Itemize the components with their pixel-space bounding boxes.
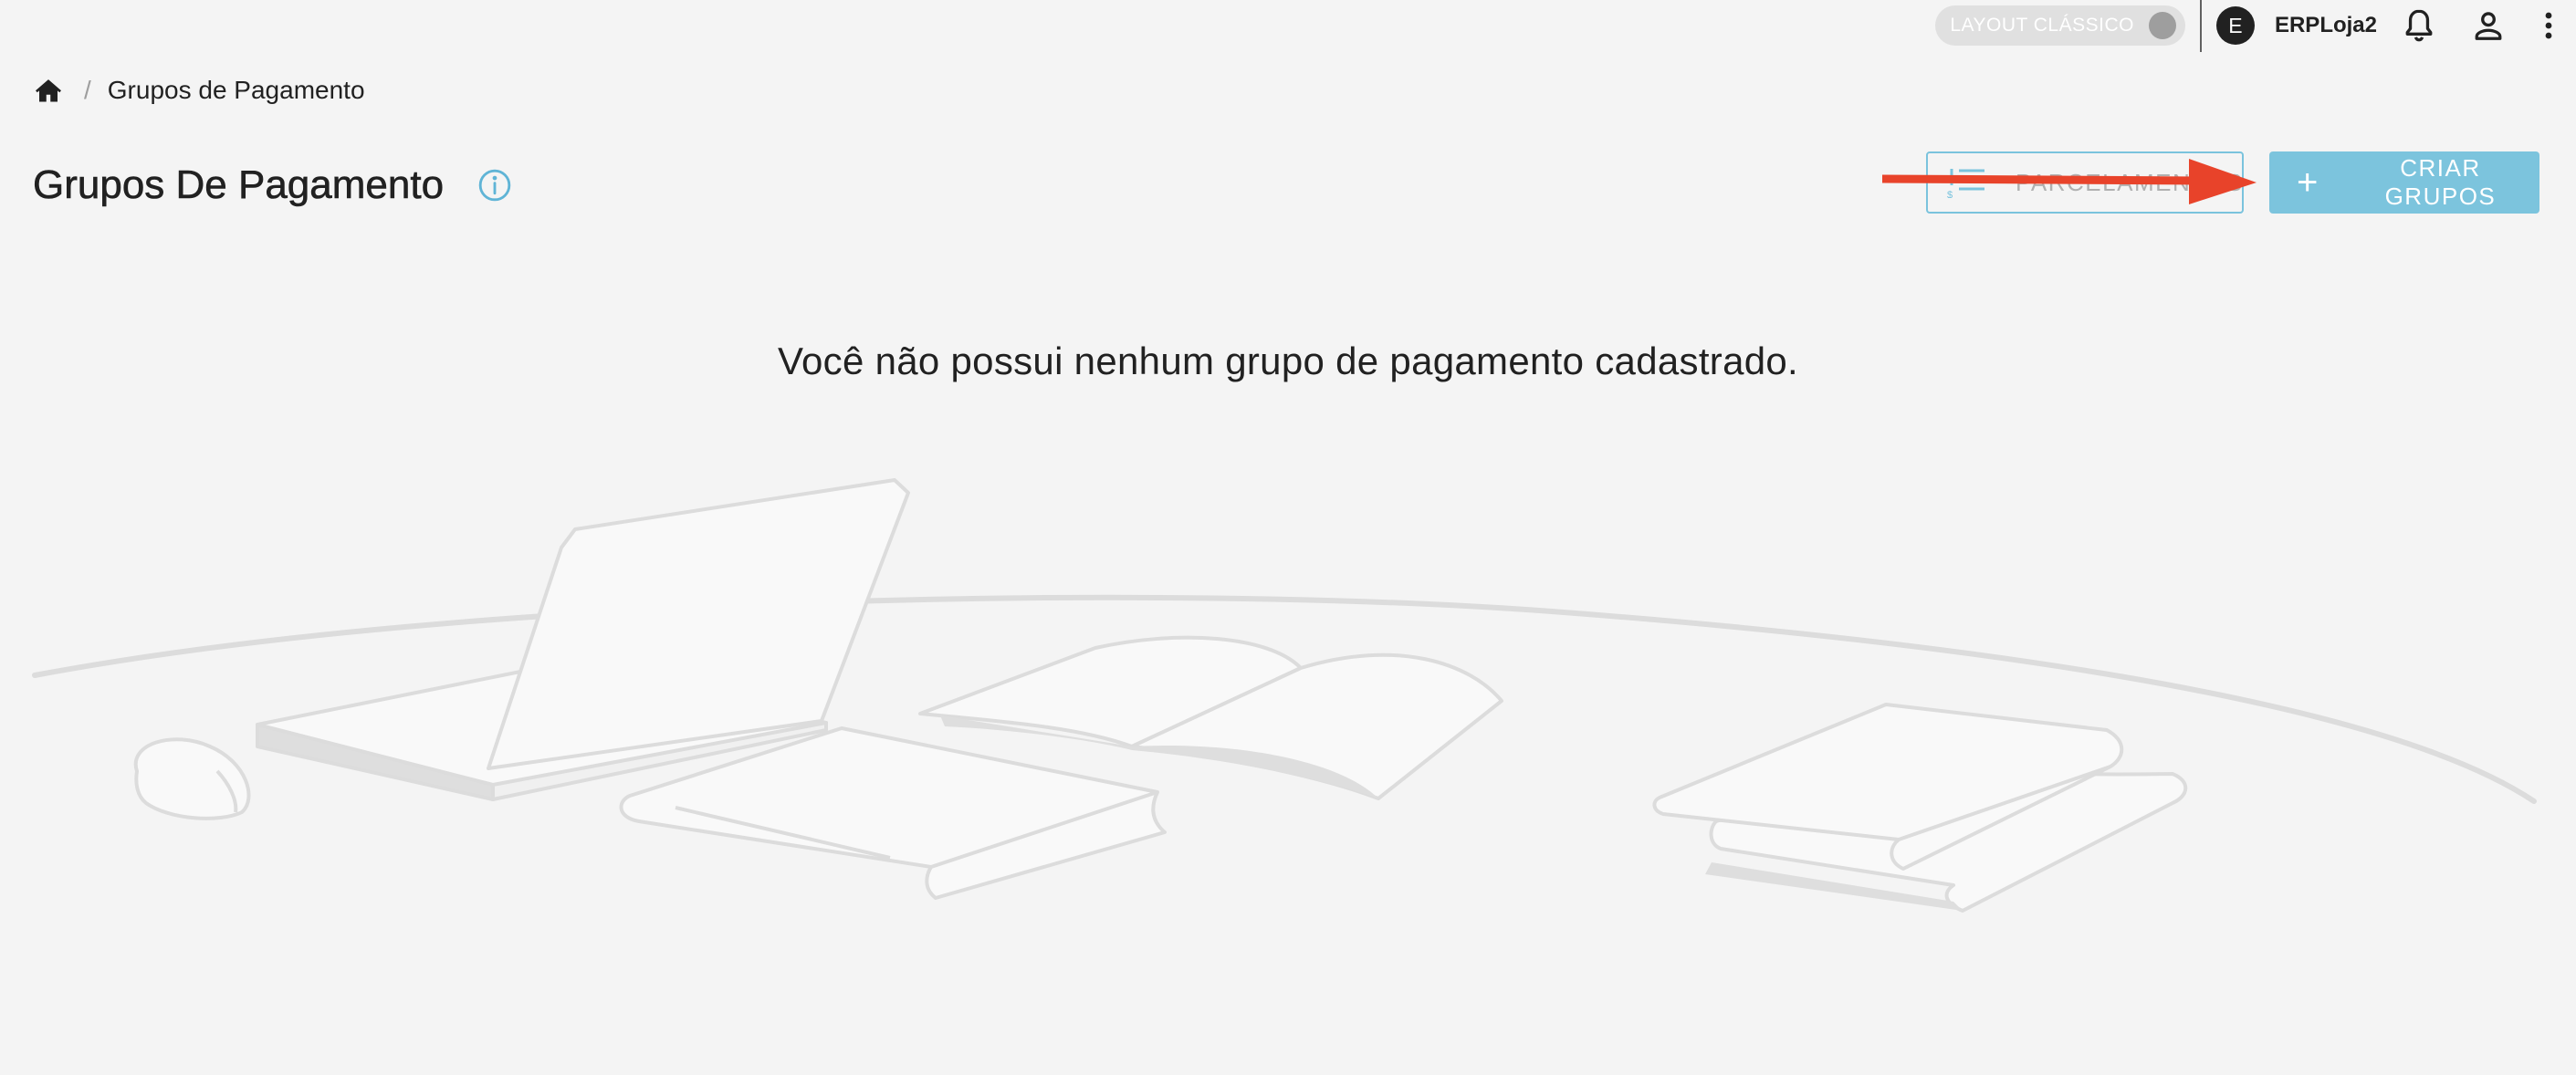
toggle-knob: [2148, 12, 2176, 39]
page-title: Grupos De Pagamento: [33, 162, 445, 208]
layout-toggle-label: LAYOUT CLÁSSICO: [1950, 15, 2134, 36]
header-actions: $ PARCELAMENTOS + CRIAR GRUPOS: [1926, 151, 2539, 214]
more-vert-icon[interactable]: [2539, 7, 2558, 44]
page: LAYOUT CLÁSSICO E ERPLoja2 / Grupos de P…: [0, 0, 2576, 1075]
avatar[interactable]: E: [2215, 6, 2255, 45]
bell-icon[interactable]: [2401, 7, 2437, 44]
breadcrumb-current: Grupos de Pagamento: [107, 76, 365, 104]
empty-state-illustration: [32, 478, 2537, 913]
store-name[interactable]: ERPLoja2: [2275, 13, 2377, 38]
layout-classic-toggle[interactable]: LAYOUT CLÁSSICO: [1935, 5, 2185, 46]
empty-state-message: Você não possui nenhum grupo de pagament…: [777, 339, 1799, 382]
create-groups-button[interactable]: + CRIAR GRUPOS: [2269, 151, 2539, 214]
svg-text:$: $: [1947, 190, 1954, 198]
installments-label: PARCELAMENTOS: [2016, 168, 2244, 196]
home-icon[interactable]: [35, 76, 64, 105]
info-icon[interactable]: [476, 167, 513, 204]
plus-icon: +: [2297, 162, 2319, 203]
breadcrumb: / Grupos de Pagamento: [35, 71, 365, 110]
mouse-drawing: [133, 737, 251, 820]
top-bar: LAYOUT CLÁSSICO E ERPLoja2: [1935, 0, 2576, 52]
topbar-divider: [2199, 0, 2202, 52]
installments-button[interactable]: $ PARCELAMENTOS: [1926, 151, 2244, 214]
user-icon[interactable]: [2470, 7, 2507, 44]
stacked-books-drawing: [1652, 703, 2188, 913]
list-money-icon: $: [1946, 167, 1986, 198]
breadcrumb-separator: /: [84, 76, 91, 104]
page-header: Grupos De Pagamento: [33, 155, 513, 215]
create-groups-label: CRIAR GRUPOS: [2384, 154, 2497, 210]
